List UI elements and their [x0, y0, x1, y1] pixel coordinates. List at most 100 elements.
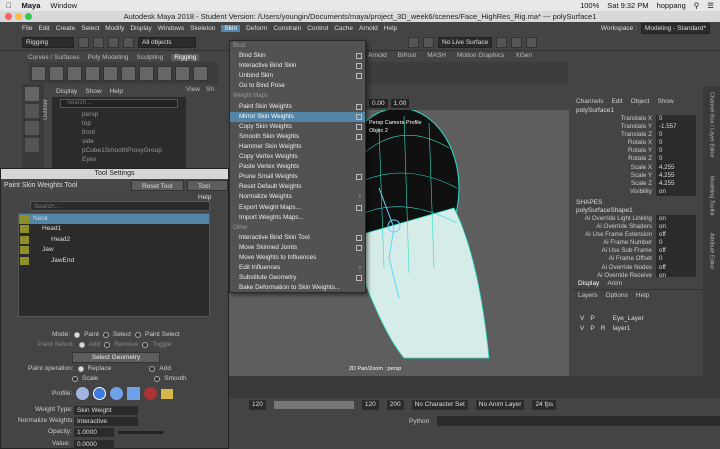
skin-menu-item[interactable]: Bind Skin [230, 51, 365, 61]
menu-cache[interactable]: Cache [334, 25, 353, 32]
skin-menu-item[interactable]: Bake Deformation to Skin Weights... [230, 283, 365, 293]
attr-value[interactable]: 0 [656, 147, 696, 156]
influence-row[interactable]: Jaw [19, 245, 209, 255]
op-add-radio[interactable] [149, 365, 156, 372]
lock-icon[interactable] [20, 215, 29, 223]
workspace-dropdown[interactable]: Modeling - Standard* [640, 22, 710, 34]
skin-menu-item[interactable]: Substitute Geometry [230, 273, 365, 283]
menu-skin[interactable]: Skin [221, 24, 241, 32]
outliner-item[interactable]: Eyes [52, 155, 186, 164]
attr-value[interactable]: off [656, 231, 696, 240]
option-box-icon[interactable] [356, 275, 362, 282]
layer-row[interactable]: V P Eye_Layer [572, 313, 702, 323]
attr-value[interactable]: off [656, 263, 696, 272]
skin-menu-item[interactable]: Edit Influences › [230, 263, 365, 273]
menuset-dropdown[interactable]: Rigging [22, 36, 74, 48]
lattice-icon[interactable] [139, 65, 154, 81]
layer-tab-anim[interactable]: Anim [607, 280, 622, 287]
render-icon[interactable] [496, 36, 508, 48]
viewport-field-b[interactable]: 1.00 [390, 98, 410, 108]
option-box-icon[interactable] [356, 133, 362, 140]
tab-modeling-toolkit[interactable]: Modeling Toolkit [709, 176, 715, 215]
ps-toggle-radio[interactable] [142, 341, 149, 348]
window-menu[interactable]: Window [50, 1, 77, 10]
outliner-item[interactable]: top [52, 119, 186, 128]
skin-menu-item[interactable]: Interactive Bind Skin [230, 61, 365, 71]
influence-row[interactable]: Head1 [19, 224, 209, 234]
attr-value[interactable]: on [656, 271, 696, 277]
shelf-tab-poly[interactable]: Poly Modeling [88, 54, 129, 61]
outliner-item[interactable]: persp [52, 110, 186, 119]
layer-ref-toggle[interactable]: R [601, 325, 607, 332]
apple-icon[interactable]:  [6, 1, 12, 10]
menu-deform[interactable]: Deform [246, 25, 267, 32]
menu-file[interactable]: File [22, 25, 32, 32]
folder-icon[interactable] [78, 36, 89, 48]
shelf-tab-xgen[interactable]: XGen [515, 52, 532, 62]
attr-value[interactable]: 0 [656, 239, 696, 248]
character-set-dropdown[interactable]: No Character Set [411, 400, 468, 410]
snap-grid-icon[interactable] [423, 36, 434, 48]
layers-menu[interactable]: Layers [578, 292, 598, 299]
select-geometry-button[interactable]: Select Geometry [72, 352, 160, 363]
mode-paint-radio[interactable] [74, 331, 81, 338]
shelf-tab-arnold[interactable]: Arnold [368, 52, 387, 62]
option-box-icon[interactable] [356, 234, 362, 241]
lock-icon[interactable] [20, 235, 29, 244]
menu-windows[interactable]: Windows [158, 25, 184, 32]
tab-channel-box[interactable]: Channel Box / Layer Editor [709, 92, 715, 158]
option-box-icon[interactable] [356, 244, 362, 251]
cb-channels-menu[interactable]: Channels [576, 98, 603, 105]
skin-menu-item[interactable]: Reset Default Weights [230, 182, 365, 192]
outliner-display-menu[interactable]: Display [56, 88, 77, 95]
attr-value[interactable]: 0 [656, 115, 696, 124]
mode-select-radio[interactable] [102, 331, 109, 338]
brush-solid-icon[interactable] [110, 387, 124, 400]
mode-paint-select-radio[interactable] [134, 331, 141, 338]
outliner-item[interactable]: side [52, 137, 186, 146]
user-name[interactable]: hoppang [657, 1, 686, 10]
fps-dropdown[interactable]: 24 fps [532, 400, 557, 410]
clock[interactable]: Sat 9:32 PM [607, 1, 648, 10]
reset-tool-button[interactable]: Reset Tool [131, 180, 184, 191]
lock-icon[interactable] [20, 246, 29, 255]
orient-constraint-icon[interactable] [193, 65, 208, 81]
command-input[interactable] [437, 416, 720, 426]
skin-menu-item[interactable]: Copy Skin Weights [230, 122, 365, 132]
option-box-icon[interactable] [356, 63, 362, 70]
outliner-tab[interactable]: Outliner [43, 90, 51, 120]
tool-help-button[interactable]: Tool Help [187, 180, 228, 201]
option-box-icon[interactable] [356, 113, 362, 120]
ps-remove-radio[interactable] [104, 341, 111, 348]
layer-tab-display[interactable]: Display [578, 280, 599, 287]
joint-tool-icon[interactable] [31, 65, 46, 81]
bind-skin-icon[interactable] [85, 65, 100, 81]
outliner-item[interactable]: pCube1SmoothProxyGroup [52, 146, 186, 155]
python-label[interactable]: Python [409, 418, 429, 425]
brush-soft-icon[interactable] [93, 387, 107, 400]
search-icon[interactable]: ⚲ [694, 1, 700, 10]
lock-icon[interactable] [20, 256, 29, 265]
skin-menu-item[interactable]: Hammer Skin Weights [230, 142, 365, 152]
shelf-tab-motion[interactable]: Motion Graphics [457, 52, 504, 62]
options-menu[interactable]: Options [606, 292, 628, 299]
save-icon[interactable] [93, 36, 104, 48]
attr-value[interactable]: 4.255 [656, 179, 696, 188]
range-current-field[interactable]: 120 [361, 400, 379, 410]
outliner-show-menu[interactable]: Show [85, 88, 101, 95]
outliner-search-input[interactable]: Search... [60, 99, 178, 108]
layer-playback-toggle[interactable]: P [590, 325, 594, 332]
layer-playback-toggle[interactable]: P [590, 315, 594, 322]
weight-type-dropdown[interactable]: Skin Weight [74, 406, 138, 415]
option-box-icon[interactable] [356, 73, 362, 80]
op-replace-radio[interactable] [77, 365, 84, 372]
panel-shading-menu[interactable]: Sh [206, 86, 214, 96]
redo-icon[interactable] [123, 36, 134, 48]
influence-row[interactable]: Neck [19, 214, 209, 225]
op-scale-radio[interactable] [72, 375, 78, 382]
lasso-tool-icon[interactable] [25, 104, 39, 118]
influence-search-input[interactable]: Search... [30, 201, 210, 211]
option-box-icon[interactable] [356, 123, 362, 130]
undo-icon[interactable] [108, 36, 119, 48]
menu-modify[interactable]: Modify [105, 25, 124, 32]
